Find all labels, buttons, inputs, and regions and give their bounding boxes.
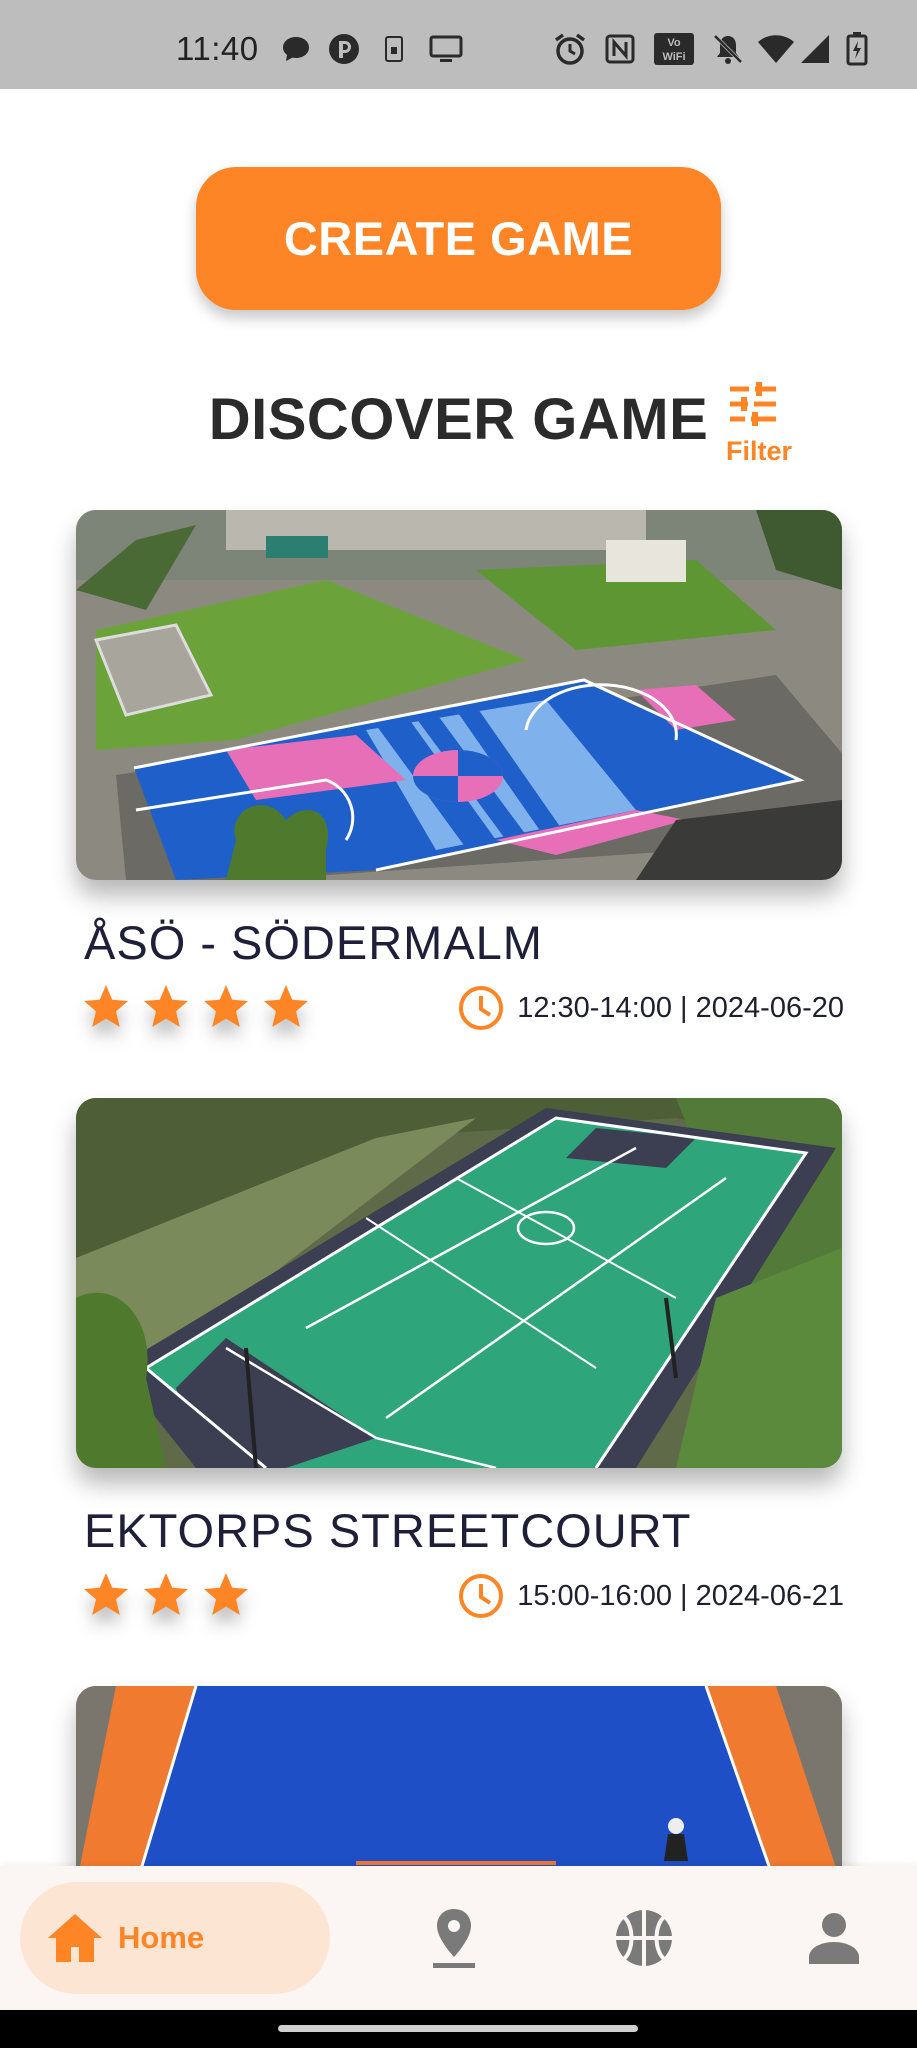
star-icon bbox=[144, 1573, 188, 1615]
bottom-navigation: Home bbox=[0, 1866, 917, 2010]
status-bar: 11:40 Vo WiFi bbox=[0, 0, 917, 89]
status-time: 11:40 bbox=[176, 30, 259, 67]
game-card[interactable] bbox=[76, 1686, 842, 1886]
svg-text:Vo: Vo bbox=[667, 37, 681, 49]
star-icon bbox=[264, 985, 308, 1027]
court-image[interactable] bbox=[76, 1098, 842, 1468]
court-image[interactable] bbox=[76, 1686, 842, 1886]
nav-home-label: Home bbox=[118, 1920, 205, 1955]
wifi-icon bbox=[756, 34, 796, 64]
create-game-button[interactable]: CREATE GAME bbox=[196, 167, 721, 310]
game-time: 15:00-16:00 | 2024-06-21 bbox=[517, 1579, 844, 1612]
filter-label: Filter bbox=[726, 436, 793, 466]
star-icon bbox=[204, 985, 248, 1027]
nav-location[interactable] bbox=[422, 1906, 486, 1970]
nav-games[interactable] bbox=[612, 1906, 676, 1970]
rating-stars bbox=[82, 1573, 250, 1619]
svg-text:WiFi: WiFi bbox=[662, 51, 685, 63]
create-game-label: CREATE GAME bbox=[283, 212, 634, 265]
nav-profile[interactable] bbox=[802, 1906, 866, 1970]
game-time: 12:30-14:00 | 2024-06-20 bbox=[517, 991, 844, 1024]
vowifi-icon: Vo WiFi bbox=[654, 33, 694, 65]
game-time-row: 15:00-16:00 | 2024-06-21 bbox=[457, 1572, 844, 1620]
gesture-home-indicator[interactable] bbox=[278, 2025, 638, 2032]
clock-icon bbox=[459, 986, 504, 1030]
app-indicator-icon bbox=[326, 34, 362, 64]
star-icon bbox=[144, 985, 188, 1027]
message-bubble-icon bbox=[280, 34, 312, 64]
nfc-icon bbox=[604, 34, 636, 64]
sd-card-icon bbox=[383, 34, 405, 64]
game-time-row: 12:30-14:00 | 2024-06-20 bbox=[457, 984, 844, 1032]
game-card[interactable]: EKTORPS STREETCOURT 15:00-16:00 | 2024-0… bbox=[76, 1098, 844, 1618]
location-pin-icon bbox=[433, 1909, 475, 1968]
star-icon bbox=[84, 1573, 128, 1615]
nav-home[interactable]: Home bbox=[20, 1882, 330, 1994]
battery-icon bbox=[844, 32, 870, 66]
basketball-icon bbox=[616, 1910, 672, 1966]
filter-button[interactable]: Filter bbox=[720, 380, 800, 470]
person-icon bbox=[809, 1913, 859, 1964]
rating-stars bbox=[82, 985, 310, 1031]
game-name: EKTORPS STREETCOURT bbox=[84, 1504, 692, 1557]
game-card[interactable]: ÅSÖ - SÖDERMALM 12:30-14:00 | 2024-06-20 bbox=[76, 510, 844, 1030]
mute-icon bbox=[711, 34, 745, 64]
cast-screen-icon bbox=[428, 34, 464, 64]
alarm-icon bbox=[552, 33, 588, 65]
clock-icon bbox=[459, 1574, 504, 1618]
tune-sliders-icon bbox=[730, 382, 776, 426]
game-name: ÅSÖ - SÖDERMALM bbox=[84, 916, 543, 969]
signal-icon bbox=[798, 34, 832, 64]
star-icon bbox=[84, 985, 128, 1027]
court-image[interactable] bbox=[76, 510, 842, 880]
star-icon bbox=[204, 1573, 248, 1615]
home-icon bbox=[48, 1914, 102, 1962]
